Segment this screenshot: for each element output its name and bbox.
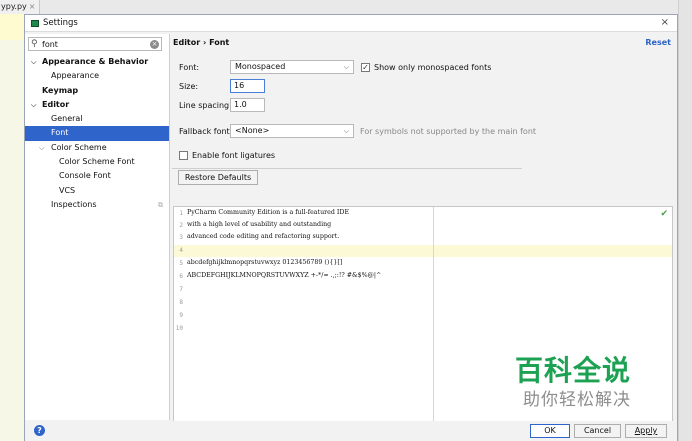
line-number: 1 — [179, 210, 183, 217]
line-number: 5 — [179, 260, 183, 267]
fallback-font-hint: For symbols not supported by the main fo… — [360, 127, 537, 136]
sidebar-item-console-font[interactable]: Console Font — [25, 169, 169, 183]
clear-search-icon[interactable]: × — [150, 40, 159, 49]
sidebar-item-inspections[interactable]: Inspections ⧉ — [25, 198, 169, 212]
settings-sidebar: ⚲ font × ⌵ Appearance & Behavior Appeara… — [25, 34, 170, 420]
chevron-down-icon[interactable]: ⌵ — [31, 98, 36, 112]
watermark-subtitle: 助你轻松解决 — [523, 390, 631, 410]
check-icon: ✔ — [660, 209, 668, 219]
search-input[interactable]: ⚲ font × — [28, 37, 162, 51]
editor-tab-label: ypy.py — [1, 2, 27, 11]
tab-close-icon[interactable]: × — [29, 2, 36, 11]
ligatures-label: Enable font ligatures — [192, 151, 276, 160]
settings-tree: ⌵ Appearance & Behavior Appearance Keyma… — [25, 55, 169, 212]
sidebar-item-appearance-behavior[interactable]: ⌵ Appearance & Behavior — [25, 55, 169, 69]
line-number: 9 — [179, 312, 183, 319]
chevron-down-icon[interactable]: ⌵ — [31, 55, 36, 69]
preview-line: with a high level of usability and outst… — [187, 221, 332, 228]
preview-line: abcdefghijklmnopqrstuvwxyz 0123456789 ()… — [187, 259, 343, 266]
sidebar-item-vcs[interactable]: VCS — [25, 184, 169, 198]
mono-only-checkbox[interactable]: ✓ — [361, 63, 370, 72]
pycharm-app-icon — [31, 20, 39, 27]
cancel-button[interactable]: Cancel — [574, 424, 621, 438]
fallback-font-select[interactable]: <None> ⌵ — [230, 124, 354, 138]
sidebar-item-label: General — [51, 114, 83, 124]
line-number: 8 — [179, 299, 183, 306]
sidebar-item-keymap[interactable]: Keymap — [25, 84, 169, 98]
editor-background — [0, 14, 24, 441]
sidebar-item-label: Font — [51, 128, 69, 138]
close-icon[interactable]: × — [661, 17, 669, 28]
reset-link[interactable]: Reset — [645, 38, 671, 47]
watermark-title: 百科全说 — [515, 354, 632, 387]
fallback-font-value: <None> — [235, 126, 270, 135]
dialog-footer: ? OK Cancel Apply — [25, 421, 677, 441]
line-number: 7 — [179, 286, 183, 293]
editor-highlight — [0, 14, 24, 40]
line-number: 3 — [179, 234, 183, 241]
right-margin-guide — [433, 207, 434, 429]
breadcrumb: Editor › Font — [173, 38, 230, 47]
sidebar-item-label: Keymap — [42, 85, 79, 95]
background-scroll-area — [678, 0, 692, 441]
search-value: font — [42, 40, 58, 49]
sidebar-item-label: VCS — [59, 185, 76, 195]
line-number: 10 — [175, 325, 183, 332]
size-input[interactable]: 16 — [230, 79, 265, 93]
dialog-titlebar: Settings × — [25, 15, 677, 32]
line-number: 2 — [179, 222, 183, 229]
editor-tab[interactable]: ypy.py × — [0, 0, 40, 14]
chevron-down-icon: ⌵ — [343, 63, 349, 71]
ok-button[interactable]: OK — [530, 424, 570, 438]
sidebar-item-label: Appearance & Behavior — [42, 57, 149, 66]
preview-line: PyCharm Community Edition is a full-feat… — [187, 209, 350, 216]
size-label: Size: — [179, 82, 199, 91]
ligatures-checkbox[interactable] — [179, 151, 188, 160]
sidebar-item-label: Appearance — [51, 71, 100, 81]
apply-button[interactable]: Apply — [625, 424, 667, 438]
line-spacing-input[interactable]: 1.0 — [230, 98, 265, 112]
dialog-title: Settings — [43, 18, 78, 28]
divider — [172, 168, 522, 169]
preview-line: ABCDEFGHIJKLMNOPQRSTUVWXYZ +-*/= .,;:!? … — [187, 272, 382, 279]
font-select-value: Monospaced — [235, 62, 286, 71]
line-number: 4 — [179, 247, 183, 254]
font-label: Font: — [179, 63, 200, 72]
line-spacing-label: Line spacing: — [179, 101, 232, 110]
copy-icon: ⧉ — [158, 200, 163, 209]
preview-line: advanced code editing and refactoring su… — [187, 233, 340, 240]
sidebar-item-label: Console Font — [59, 171, 111, 181]
search-icon: ⚲ — [31, 39, 38, 49]
sidebar-item-label: Editor — [42, 99, 70, 109]
font-select[interactable]: Monospaced ⌵ — [230, 60, 354, 74]
line-number: 6 — [179, 273, 183, 280]
sidebar-item-appearance[interactable]: Appearance — [25, 69, 169, 83]
chevron-down-icon: ⌵ — [343, 127, 349, 135]
sidebar-item-editor[interactable]: ⌵ Editor — [25, 98, 169, 112]
sidebar-item-label: Color Scheme — [51, 142, 107, 152]
sidebar-item-label: Color Scheme Font — [59, 157, 135, 167]
restore-defaults-button[interactable]: Restore Defaults — [178, 170, 258, 185]
mono-only-label: Show only monospaced fonts — [374, 63, 492, 72]
sidebar-item-color-scheme[interactable]: ⌵ Color Scheme — [25, 141, 169, 155]
sidebar-item-color-scheme-font[interactable]: Color Scheme Font — [25, 155, 169, 169]
fallback-font-label: Fallback font: — [179, 127, 233, 136]
sidebar-item-font[interactable]: Font — [25, 126, 169, 141]
current-line-highlight — [174, 245, 672, 257]
chevron-down-icon[interactable]: ⌵ — [39, 141, 44, 155]
sidebar-item-general[interactable]: General — [25, 112, 169, 126]
sidebar-item-label: Inspections — [51, 199, 97, 209]
help-icon[interactable]: ? — [34, 425, 45, 436]
